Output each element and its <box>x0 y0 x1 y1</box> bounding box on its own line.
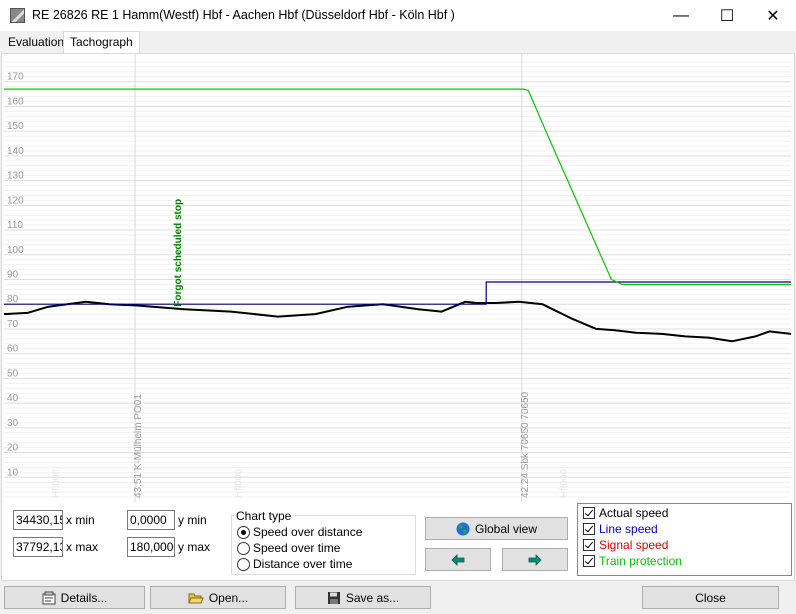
faded-location-label: Hfl000 <box>559 469 570 498</box>
legend-item-line-speed[interactable]: Line speed <box>583 521 658 537</box>
tab-strip: Evaluation Tachograph <box>0 31 796 53</box>
y-tick-label: 30 <box>7 418 19 429</box>
floppy-disk-icon <box>327 591 340 604</box>
faded-location-label: Hfl000 <box>234 469 245 498</box>
location-marker-label: 43.51 K-Mülheim PO01 <box>133 394 144 498</box>
scroll-right-button[interactable] <box>502 548 568 571</box>
window-title: RE 26826 RE 1 Hamm(Westf) Hbf - Aachen H… <box>32 8 455 22</box>
location-marker-label: 42.24 Sbk 70650 70650 <box>520 391 531 498</box>
legend-label-signal-speed: Signal speed <box>599 538 669 552</box>
scroll-left-button[interactable] <box>425 548 491 571</box>
save-as-button[interactable]: Save as... <box>295 586 431 609</box>
globe-icon <box>456 522 470 535</box>
x-min-input[interactable]: 34430,15 <box>13 510 63 530</box>
checkbox-line-speed[interactable] <box>583 523 595 535</box>
global-view-button[interactable]: Global view <box>425 517 568 540</box>
legend-label-line-speed: Line speed <box>599 522 658 536</box>
y-max-label: y max <box>178 540 211 554</box>
y-tick-label: 100 <box>7 245 24 256</box>
y-tick-label: 50 <box>7 368 19 379</box>
radio-speed-over-time[interactable] <box>237 542 250 555</box>
y-tick-label: 80 <box>7 294 19 305</box>
x-max-input[interactable]: 37792,13 <box>13 537 63 557</box>
open-label: Open... <box>208 590 249 605</box>
save-as-label: Save as... <box>345 590 400 605</box>
y-tick-label: 70 <box>7 319 19 330</box>
radio-label-speed-over-distance: Speed over distance <box>253 525 363 539</box>
y-tick-label: 40 <box>7 393 19 404</box>
faded-location-label: Hfl000 <box>51 469 62 498</box>
legend-item-actual-speed[interactable]: Actual speed <box>583 505 668 521</box>
app-icon <box>10 8 25 23</box>
actual-speed-line <box>3 300 792 343</box>
checkbox-signal-speed[interactable] <box>583 539 595 551</box>
details-label: Details... <box>60 590 108 605</box>
legend-item-train-protection[interactable]: Train protection <box>583 553 682 569</box>
y-tick-label: 170 <box>7 72 24 83</box>
y-tick-label: 120 <box>7 195 24 206</box>
title-bar: RE 26826 RE 1 Hamm(Westf) Hbf - Aachen H… <box>0 0 796 31</box>
y-tick-label: 150 <box>7 121 24 132</box>
legend-label-train-protection: Train protection <box>599 554 682 568</box>
line-speed-line <box>4 281 791 305</box>
details-icon <box>42 591 56 604</box>
y-tick-label: 140 <box>7 146 24 157</box>
y-tick-label: 10 <box>7 467 19 478</box>
details-button[interactable]: Details... <box>4 586 145 609</box>
y-tick-label: 90 <box>7 270 19 281</box>
y-min-label: y min <box>178 513 207 527</box>
series-legend: Actual speed Line speed Signal speed Tra… <box>577 503 792 576</box>
radio-speed-over-distance[interactable] <box>237 526 250 539</box>
y-max-input[interactable]: 180,0000 <box>127 537 175 557</box>
y-tick-label: 110 <box>7 220 23 231</box>
minimize-button[interactable]: — <box>658 0 704 31</box>
x-min-label: x min <box>66 513 95 527</box>
close-window-button[interactable]: ✕ <box>750 0 796 31</box>
legend-item-signal-speed[interactable]: Signal speed <box>583 537 668 553</box>
radio-label-speed-over-time: Speed over time <box>253 541 341 555</box>
close-button[interactable]: Close <box>642 586 779 609</box>
y-tick-label: 20 <box>7 443 19 454</box>
folder-open-icon <box>188 593 204 603</box>
arrow-left-icon <box>451 553 465 566</box>
radio-distance-over-time[interactable] <box>237 558 250 571</box>
close-label: Close <box>695 590 726 605</box>
forgot-scheduled-stop-annotation: Forgot scheduled stop <box>173 199 184 307</box>
arrow-right-icon <box>528 553 542 566</box>
checkbox-actual-speed[interactable] <box>583 507 595 519</box>
tab-evaluation[interactable]: Evaluation <box>2 33 70 52</box>
y-tick-label: 160 <box>7 96 24 107</box>
radio-label-distance-over-time: Distance over time <box>253 557 353 571</box>
speed-chart[interactable]: 10 20 30 40 50 60 70 80 90 100 110 120 130 140 150 160 1… <box>0 53 796 503</box>
checkbox-train-protection[interactable] <box>583 555 595 567</box>
global-view-label: Global view <box>474 521 538 536</box>
y-tick-label: 130 <box>7 171 24 182</box>
tab-tachograph[interactable]: Tachograph <box>63 31 140 53</box>
maximize-button[interactable]: ☐ <box>704 0 750 31</box>
chart-type-title: Chart type <box>234 509 294 523</box>
open-button[interactable]: Open... <box>150 586 286 609</box>
x-max-label: x max <box>66 540 99 554</box>
y-tick-label: 60 <box>7 344 19 355</box>
y-min-input[interactable]: 0,0000 <box>127 510 175 530</box>
legend-label-actual-speed: Actual speed <box>599 506 669 520</box>
